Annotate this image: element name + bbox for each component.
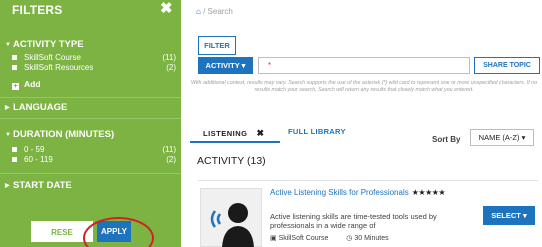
add-label: Add <box>24 79 41 89</box>
section-duration[interactable]: ▼ DURATION (MINUTES) <box>5 129 114 140</box>
breadcrumb: ⌂ / Search <box>196 7 233 16</box>
course-duration: 30 Minutes <box>354 235 389 242</box>
course-meta: ▣ SkillSoft Course ◷ 30 Minutes <box>270 234 389 242</box>
section-start-date[interactable]: ▶ START DATE <box>5 180 72 191</box>
caret-right-icon: ▶ <box>5 105 10 111</box>
course-description: Active listening skills are time-tested … <box>270 212 437 230</box>
divider <box>198 180 538 181</box>
option-count: (2) <box>166 155 176 164</box>
tab-listening[interactable]: LISTENING ✖ <box>203 128 265 139</box>
checkbox-icon[interactable] <box>12 65 17 70</box>
sort-dropdown[interactable]: NAME (A-Z) ▾ <box>470 129 534 146</box>
tab-full-library[interactable]: FULL LIBRARY <box>288 127 346 136</box>
activity-dropdown[interactable]: ACTIVITY ▾ <box>198 57 253 74</box>
caret-down-icon: ▼ <box>5 42 11 48</box>
course-thumbnail[interactable] <box>200 188 262 247</box>
page: FILTERS ✖ ▼ ACTIVITY TYPE SkillSoft Cours… <box>0 0 542 247</box>
breadcrumb-current: Search <box>207 7 233 16</box>
divider <box>0 118 181 119</box>
clock-icon: ◷ <box>346 235 353 242</box>
option-label: SkillSoft Resources <box>24 63 94 72</box>
section-label: START DATE <box>13 180 72 191</box>
option-count: (11) <box>162 145 176 154</box>
option-label: 0 - 59 <box>24 145 45 154</box>
select-dropdown-button[interactable]: SELECT ▾ <box>483 206 535 225</box>
option-label: 60 - 119 <box>24 155 53 164</box>
plus-icon: + <box>12 83 19 90</box>
search-hint: With additional context, results may var… <box>190 80 538 93</box>
option-count: (2) <box>166 63 176 72</box>
section-label: ACTIVITY TYPE <box>13 39 84 50</box>
option-label: SkillSoft Course <box>24 53 81 62</box>
section-label: LANGUAGE <box>13 102 68 113</box>
home-icon[interactable]: ⌂ <box>196 7 201 16</box>
results-heading: ACTIVITY (13) <box>197 155 266 167</box>
share-topic-button[interactable]: SHARE TOPIC <box>474 57 540 74</box>
search-input[interactable]: * <box>258 57 470 74</box>
caret-down-icon: ▼ <box>5 132 11 138</box>
section-language[interactable]: ▶ LANGUAGE <box>5 102 67 113</box>
course-title: Active Listening Skills for Professional… <box>270 188 409 197</box>
listening-person-icon <box>210 203 254 247</box>
course-type-icon: ▣ <box>270 235 277 242</box>
rating-stars: ★★★★★ <box>411 188 446 197</box>
add-activity-type-button[interactable]: + Add <box>12 79 41 90</box>
section-label: DURATION (MINUTES) <box>13 129 115 140</box>
close-filters-icon[interactable]: ✖ <box>160 1 173 16</box>
tab-label: LISTENING <box>203 129 248 138</box>
filters-title: FILTERS <box>12 3 63 17</box>
option-count: (11) <box>162 53 176 62</box>
caret-right-icon: ▶ <box>5 183 10 189</box>
course-title-link[interactable]: Active Listening Skills for Professional… <box>270 188 446 197</box>
divider <box>0 173 181 174</box>
active-tab-indicator <box>190 141 280 143</box>
section-activity-type[interactable]: ▼ ACTIVITY TYPE <box>5 39 84 50</box>
remove-tab-icon[interactable]: ✖ <box>257 128 265 138</box>
course-type: SkillSoft Course <box>278 235 329 242</box>
filter-button[interactable]: FILTER <box>198 36 236 55</box>
checkbox-icon[interactable] <box>12 55 17 60</box>
sort-by-label: Sort By <box>432 135 461 144</box>
divider <box>0 97 181 98</box>
checkbox-icon[interactable] <box>12 157 17 162</box>
filter-panel: FILTERS ✖ ▼ ACTIVITY TYPE SkillSoft Cours… <box>0 0 181 247</box>
main-content: ⌂ / Search FILTER ACTIVITY ▾ * SHARE TOP… <box>181 0 542 247</box>
annotation-circle <box>83 217 154 247</box>
checkbox-icon[interactable] <box>12 147 17 152</box>
